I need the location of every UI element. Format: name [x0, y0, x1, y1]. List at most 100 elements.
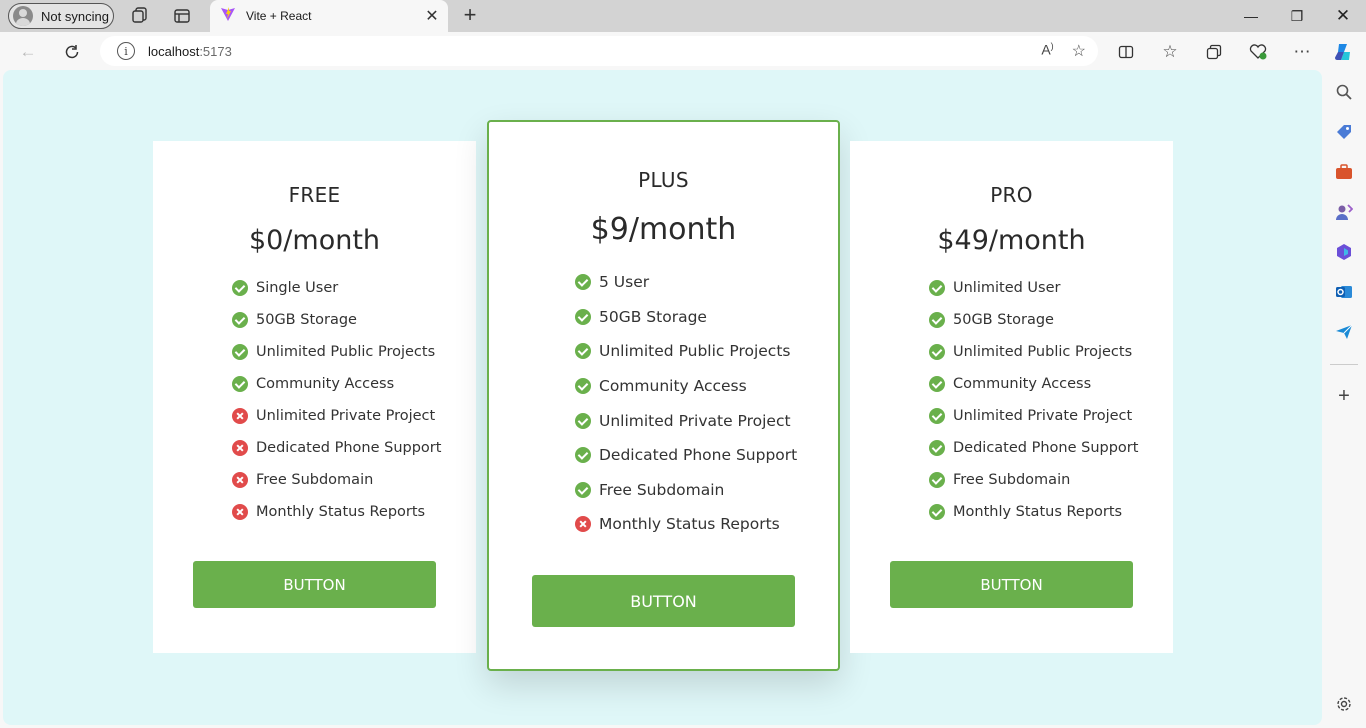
close-tab-icon[interactable]: ✕ — [420, 6, 444, 26]
feature-label: Unlimited Private Project — [599, 411, 791, 430]
check-circle-icon — [232, 280, 248, 296]
feature-list: Unlimited User 50GB Storage Unlimited Publ… — [929, 272, 1173, 528]
check-circle-icon — [575, 378, 591, 395]
search-icon[interactable] — [1334, 82, 1354, 102]
plus-plan-button[interactable]: BUTTON — [532, 575, 795, 627]
check-circle-icon — [929, 312, 945, 328]
feature-item: Unlimited Public Projects — [929, 336, 1173, 368]
workspaces-icon[interactable] — [130, 6, 150, 26]
feature-item: Community Access — [232, 368, 476, 400]
feature-label: Unlimited Public Projects — [953, 344, 1133, 360]
feature-label: 5 User — [599, 273, 650, 292]
feature-item: Monthly Status Reports — [575, 507, 838, 542]
feature-label: Unlimited Public Projects — [256, 344, 436, 360]
tab-actions-icon[interactable] — [172, 6, 192, 26]
favorites-icon[interactable]: ☆ — [1158, 40, 1182, 64]
more-options-icon[interactable]: ⋯ — [1290, 40, 1314, 64]
outlook-icon[interactable] — [1334, 282, 1354, 302]
restore-icon[interactable]: ❐ — [1274, 0, 1320, 32]
send-icon[interactable] — [1334, 322, 1354, 342]
feature-label: Free Subdomain — [953, 472, 1071, 488]
shopping-tag-icon[interactable] — [1334, 122, 1354, 142]
profile-label: Not syncing — [41, 8, 109, 24]
feature-label: Dedicated Phone Support — [599, 446, 798, 465]
feature-item: Free Subdomain — [232, 464, 476, 496]
new-tab-icon[interactable]: + — [458, 4, 482, 28]
feature-item: Unlimited Private Project — [232, 400, 476, 432]
feature-item: Dedicated Phone Support — [929, 432, 1173, 464]
navigation-bar: ← i localhost:5173 A) ☆ ☆ ⋯ — [0, 32, 1366, 70]
feature-label: Unlimited Public Projects — [599, 342, 791, 361]
feature-item: Community Access — [929, 368, 1173, 400]
check-circle-icon — [575, 412, 591, 429]
games-icon[interactable] — [1334, 202, 1354, 222]
browser-essentials-icon[interactable] — [1246, 40, 1270, 64]
check-circle-icon — [929, 504, 945, 520]
sidebar-divider — [1330, 364, 1358, 365]
url-text: localhost:5173 — [148, 43, 232, 59]
vite-logo-icon — [220, 6, 236, 27]
feature-item: Single User — [232, 272, 476, 304]
refresh-icon[interactable] — [60, 40, 84, 64]
feature-item: 50GB Storage — [575, 300, 838, 335]
check-circle-icon — [575, 481, 591, 498]
feature-item: Free Subdomain — [929, 464, 1173, 496]
plan-price: $49/month — [937, 225, 1086, 256]
feature-label: Unlimited User — [953, 280, 1061, 296]
feature-item: Dedicated Phone Support — [232, 432, 476, 464]
feature-label: Dedicated Phone Support — [256, 440, 442, 456]
read-aloud-icon[interactable]: A) — [1041, 41, 1053, 61]
feature-item: Unlimited Public Projects — [232, 336, 476, 368]
split-screen-icon[interactable] — [1114, 40, 1138, 64]
pricing-card-plus: PLUS $9/month 5 User 50GB Storage Unlimite… — [487, 120, 840, 671]
check-circle-icon — [575, 274, 591, 291]
x-circle-icon — [575, 516, 591, 533]
plan-price: $0/month — [248, 225, 381, 256]
feature-label: Single User — [256, 280, 339, 296]
feature-item: 5 User — [575, 265, 838, 300]
feature-item: Free Subdomain — [575, 473, 838, 508]
plan-price: $9/month — [590, 212, 737, 247]
check-circle-icon — [929, 472, 945, 488]
collections-icon[interactable] — [1202, 40, 1226, 64]
minimize-icon[interactable]: — — [1228, 0, 1274, 32]
check-circle-icon — [575, 343, 591, 360]
pricing-card-free: FREE $0/month Single User 50GB Storage Unl… — [153, 141, 476, 653]
tools-icon[interactable] — [1334, 162, 1354, 182]
check-circle-icon — [929, 376, 945, 392]
back-icon[interactable]: ← — [16, 40, 40, 64]
feature-label: Monthly Status Reports — [953, 504, 1123, 520]
close-window-icon[interactable]: ✕ — [1320, 0, 1366, 32]
feature-label: Monthly Status Reports — [599, 515, 780, 534]
feature-label: Free Subdomain — [599, 480, 725, 499]
feature-label: Community Access — [599, 377, 747, 396]
tab-active[interactable]: Vite + React ✕ — [210, 0, 448, 32]
address-bar[interactable]: i localhost:5173 A) ☆ — [100, 36, 1098, 66]
profile-button[interactable]: Not syncing — [8, 3, 114, 29]
add-icon[interactable]: + — [1334, 385, 1354, 407]
feature-label: Free Subdomain — [256, 472, 374, 488]
feature-item: 50GB Storage — [929, 304, 1173, 336]
feature-label: Unlimited Private Project — [953, 408, 1133, 424]
check-circle-icon — [575, 308, 591, 325]
feature-list: 5 User 50GB Storage Unlimited Public Proje… — [575, 265, 838, 542]
free-plan-button[interactable]: BUTTON — [193, 561, 436, 608]
feature-item: Unlimited Private Project — [575, 403, 838, 438]
edge-sidebar: + — [1322, 70, 1366, 728]
feature-label: Dedicated Phone Support — [953, 440, 1139, 456]
feature-label: Community Access — [953, 376, 1092, 392]
site-info-icon[interactable]: i — [117, 42, 135, 60]
copilot-icon[interactable] — [1332, 40, 1356, 64]
feature-list: Single User 50GB Storage Unlimited Public … — [232, 272, 476, 528]
page-viewport: FREE $0/month Single User 50GB Storage Unl… — [3, 70, 1322, 725]
pro-plan-button[interactable]: BUTTON — [890, 561, 1133, 608]
check-circle-icon — [929, 408, 945, 424]
check-circle-icon — [232, 344, 248, 360]
settings-gear-icon[interactable] — [1334, 694, 1354, 714]
feature-label: 50GB Storage — [953, 312, 1054, 328]
check-circle-icon — [929, 344, 945, 360]
title-bar: Not syncing Vite + React ✕ + — ❐ ✕ — [0, 0, 1366, 32]
favorite-star-icon[interactable]: ☆ — [1072, 41, 1086, 61]
check-circle-icon — [232, 376, 248, 392]
microsoft-365-icon[interactable] — [1334, 242, 1354, 262]
